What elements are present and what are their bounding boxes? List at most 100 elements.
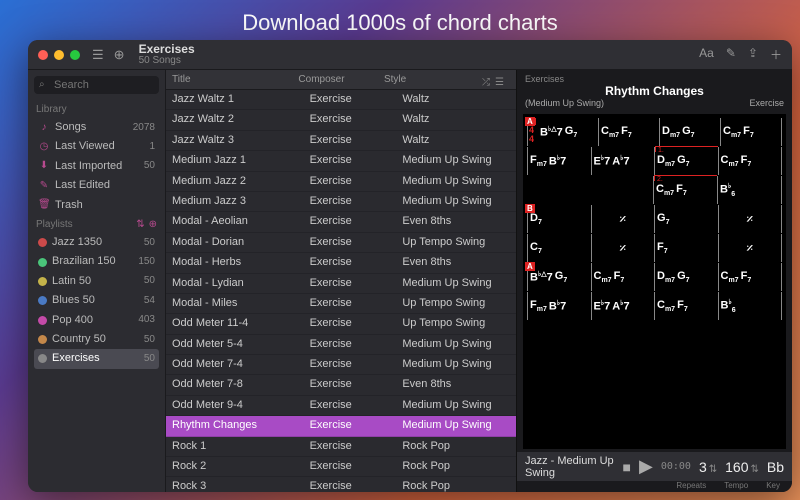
chart-bar[interactable]: Cm7 F7 <box>720 118 782 146</box>
table-header: Title Composer Style ⤮ ☰ <box>166 70 516 90</box>
section-marker: A <box>525 117 535 126</box>
chart-bar[interactable] <box>590 176 653 204</box>
chart-bar[interactable]: AB♭△7 G7 <box>527 263 591 291</box>
chart-bar[interactable]: 𝄎 <box>718 234 783 262</box>
chart-bar[interactable]: E♭7 A♭7 <box>591 292 655 320</box>
cell-title: Odd Meter 11-4 <box>166 314 304 333</box>
chart-bar[interactable]: E♭7 A♭7 <box>591 147 655 175</box>
col-style[interactable]: Style <box>378 70 488 89</box>
add-playlist-icon[interactable]: ⊕ <box>149 219 157 230</box>
table-row[interactable]: Medium Jazz 2ExerciseMedium Up Swing <box>166 172 516 192</box>
table-row[interactable]: Modal - AeolianExerciseEven 8ths <box>166 212 516 232</box>
chart-bar[interactable]: Cm7 F7 <box>718 263 783 291</box>
playlist-color-dot <box>38 316 47 325</box>
table-row[interactable]: Odd Meter 9-4ExerciseMedium Up Swing <box>166 396 516 416</box>
sidebar-toggle-icon[interactable]: ☰ <box>92 47 104 63</box>
chart-bar[interactable]: 𝄎 <box>718 205 783 233</box>
playlist-item[interactable]: Jazz 135050 <box>34 233 159 252</box>
chart-bar[interactable]: C7 <box>527 234 591 262</box>
table-row[interactable]: Odd Meter 11-4ExerciseUp Tempo Swing <box>166 314 516 334</box>
table-row[interactable]: Rock 1ExerciseRock Pop <box>166 437 516 457</box>
table-row[interactable]: Modal - DorianExerciseUp Tempo Swing <box>166 233 516 253</box>
add-button[interactable]: ＋ <box>770 46 782 63</box>
font-size-button[interactable]: Aa <box>699 46 714 63</box>
table-row[interactable]: Odd Meter 5-4ExerciseMedium Up Swing <box>166 335 516 355</box>
play-button[interactable]: ▶ <box>639 456 653 477</box>
col-composer[interactable]: Composer <box>292 70 378 89</box>
cell-composer: Exercise <box>304 233 397 252</box>
sidebar-item-last-viewed[interactable]: ◷Last Viewed1 <box>34 137 159 156</box>
table-row[interactable]: Medium Jazz 3ExerciseMedium Up Swing <box>166 192 516 212</box>
playlist-item[interactable]: Blues 5054 <box>34 291 159 310</box>
globe-icon[interactable]: ⊕ <box>114 47 125 63</box>
shuffle-icon[interactable]: ⤮ <box>482 77 490 88</box>
cell-composer: Exercise <box>304 90 397 109</box>
chart-bar[interactable]: Dm7 G7 <box>659 118 720 146</box>
chart-bar[interactable]: Fm7 B♭7 <box>527 147 591 175</box>
table-row[interactable]: Rhythm ChangesExerciseMedium Up Swing <box>166 416 516 436</box>
chart-bar[interactable]: 1.Dm7 G7 <box>654 147 718 175</box>
stop-button[interactable]: ■ <box>623 459 631 475</box>
edit-button[interactable]: ✎ <box>726 46 736 63</box>
sidebar-item-trash[interactable]: 🗑Trash <box>34 196 159 215</box>
table-row[interactable]: Modal - LydianExerciseMedium Up Swing <box>166 274 516 294</box>
share-button[interactable]: ⇪ <box>748 46 758 63</box>
close-icon[interactable] <box>38 50 48 60</box>
playlist-item[interactable]: Country 5050 <box>34 330 159 349</box>
sort-playlists-icon[interactable]: ⇅ <box>136 219 144 230</box>
table-row[interactable]: Rock 3ExerciseRock Pop <box>166 477 516 492</box>
zoom-icon[interactable] <box>70 50 80 60</box>
table-row[interactable]: Odd Meter 7-4ExerciseMedium Up Swing <box>166 355 516 375</box>
playlist-item[interactable]: Brazilian 150150 <box>34 252 159 271</box>
cell-style: Waltz <box>396 131 516 150</box>
chart-bar[interactable]: Cm7 F7 <box>654 292 718 320</box>
cell-style: Rock Pop <box>396 437 516 456</box>
repeats-control[interactable]: 3⇅ <box>699 459 717 475</box>
table-row[interactable]: Rock 2ExerciseRock Pop <box>166 457 516 477</box>
col-title[interactable]: Title <box>166 70 292 89</box>
playlist-item[interactable]: Latin 5050 <box>34 272 159 291</box>
tempo-label: Tempo <box>724 481 748 490</box>
playlist-item[interactable]: Pop 400403 <box>34 311 159 330</box>
chart-bar[interactable]: Cm7 F7 <box>718 147 783 175</box>
search-input[interactable] <box>34 76 159 94</box>
chart-bar[interactable]: BD7 <box>527 205 591 233</box>
chart-bar[interactable]: Dm7 G7 <box>654 263 718 291</box>
sidebar-icon: 🗑 <box>38 198 50 212</box>
transport-style[interactable]: Jazz - Medium Up Swing <box>525 455 615 479</box>
tempo-control[interactable]: 160⇅ <box>725 459 759 475</box>
table-row[interactable]: Jazz Waltz 1ExerciseWaltz <box>166 90 516 110</box>
playlist-item[interactable]: Exercises50 <box>34 349 159 368</box>
sidebar-item-last-edited[interactable]: ✎Last Edited <box>34 176 159 195</box>
sidebar-section-library: Library <box>36 104 157 115</box>
sidebar-item-count: 2078 <box>133 121 155 135</box>
key-control[interactable]: Bb <box>767 459 784 475</box>
table-row[interactable]: Modal - MilesExerciseUp Tempo Swing <box>166 294 516 314</box>
table-row[interactable]: Odd Meter 7-8ExerciseEven 8ths <box>166 375 516 395</box>
chart-bar[interactable]: Cm7 F7 <box>598 118 659 146</box>
chart-bar[interactable]: A44B♭△7 G7 <box>527 118 598 146</box>
chart-bar[interactable]: B♭6 <box>718 292 783 320</box>
table-row[interactable]: Jazz Waltz 3ExerciseWaltz <box>166 131 516 151</box>
table-row[interactable]: Medium Jazz 1ExerciseMedium Up Swing <box>166 151 516 171</box>
chart-bar[interactable] <box>527 176 590 204</box>
chart-bar[interactable]: 𝄎 <box>591 205 655 233</box>
window-controls <box>38 50 80 60</box>
playlist-color-dot <box>38 258 47 267</box>
chart-bar[interactable]: B♭6 <box>717 176 782 204</box>
chart-bar[interactable]: Fm7 B♭7 <box>527 292 591 320</box>
table-row[interactable]: Modal - HerbsExerciseEven 8ths <box>166 253 516 273</box>
minimize-icon[interactable] <box>54 50 64 60</box>
sidebar-item-last-imported[interactable]: ⬇Last Imported50 <box>34 157 159 176</box>
sidebar-item-songs[interactable]: ♪Songs2078 <box>34 118 159 137</box>
table-row[interactable]: Jazz Waltz 2ExerciseWaltz <box>166 110 516 130</box>
columns-icon[interactable]: ☰ <box>495 77 504 88</box>
chart-bar[interactable]: Cm7 F7 <box>591 263 655 291</box>
chart-composer: Exercise <box>749 98 784 108</box>
chart-bar[interactable]: G7 <box>654 205 718 233</box>
chart-title: Rhythm Changes <box>525 84 784 98</box>
chord-chart[interactable]: A44B♭△7 G7Cm7 F7Dm7 G7Cm7 F7Fm7 B♭7E♭7 A… <box>523 114 786 449</box>
chart-bar[interactable]: 2.Cm7 F7 <box>653 176 717 204</box>
chart-bar[interactable]: F7 <box>654 234 718 262</box>
chart-bar[interactable]: 𝄎 <box>591 234 655 262</box>
